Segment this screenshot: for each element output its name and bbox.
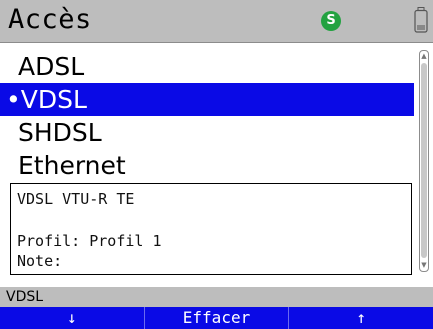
status-badge: S [321, 11, 341, 31]
details-line-note: Note: [17, 252, 63, 270]
softkey-bar: ↓ Effacer ↑ [0, 307, 433, 329]
scroll-down-arrow-icon[interactable]: ▼ [420, 261, 428, 270]
menu-item-shdsl[interactable]: SHDSL [0, 116, 414, 149]
menu-item-vdsl[interactable]: •VDSL [0, 83, 414, 116]
scroll-up-arrow-icon[interactable]: ▲ [420, 52, 428, 61]
softkey-up-button[interactable]: ↑ [289, 307, 433, 329]
access-menu: ADSL •VDSL SHDSL Ethernet [0, 50, 414, 182]
details-line-profile: Profil: Profil 1 [17, 232, 162, 250]
scroll-thumb[interactable] [421, 63, 427, 258]
menu-item-adsl[interactable]: ADSL [0, 50, 414, 83]
page-title: Accès [8, 4, 92, 35]
header-bar: Accès S [0, 0, 433, 43]
battery-icon [414, 7, 428, 33]
details-line-profile-type: VDSL VTU-R TE [17, 190, 135, 208]
scrollbar[interactable]: ▲ ▼ [419, 50, 429, 272]
softkey-effacer-button[interactable]: Effacer [145, 307, 290, 329]
softkey-down-button[interactable]: ↓ [0, 307, 145, 329]
menu-item-ethernet[interactable]: Ethernet [0, 149, 414, 182]
details-panel: VDSL VTU-R TE Profil: Profil 1 Note: [10, 183, 412, 275]
status-bar: VDSL [0, 287, 433, 307]
